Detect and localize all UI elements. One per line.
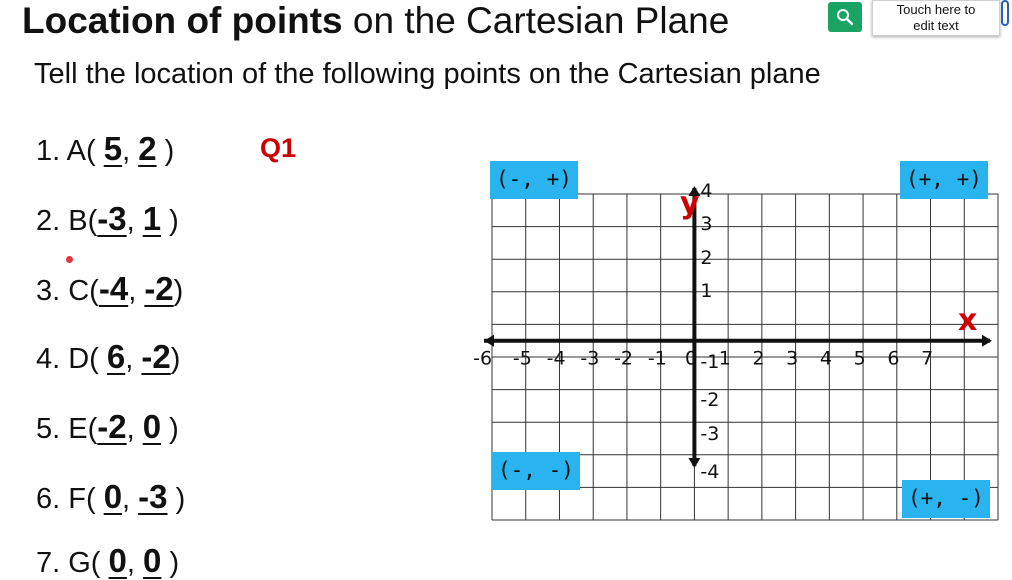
x-tick-label: 1 — [719, 348, 731, 370]
x-tick-label: -1 — [648, 348, 667, 370]
x-axis-arrow-left — [484, 334, 494, 347]
y-tick-label: -4 — [700, 461, 719, 483]
x-tick-label: -2 — [614, 348, 633, 370]
x-axis-label: x — [958, 303, 977, 338]
x-tick-label: -5 — [513, 348, 532, 370]
quadrant-2-label: (-, +) — [490, 161, 578, 199]
x-tick-label: -4 — [547, 348, 566, 370]
x-tick-label: 7 — [921, 348, 933, 370]
x-tick-label: -3 — [580, 348, 599, 370]
quadrant-4-label: (+, -) — [902, 480, 990, 518]
x-tick-label: 2 — [752, 348, 764, 370]
quadrant-1-label: (+, +) — [900, 161, 988, 199]
y-tick-label: 4 — [700, 180, 712, 202]
x-tick-label: 5 — [854, 348, 866, 370]
x-tick-label: 6 — [887, 348, 899, 370]
y-tick-label: 2 — [700, 247, 712, 269]
y-axis-label: y — [680, 186, 700, 221]
quadrant-3-label: (-, -) — [492, 452, 580, 490]
y-tick-label: -2 — [700, 389, 719, 411]
y-tick-label: 1 — [700, 280, 712, 302]
y-axis-arrow-down — [688, 458, 701, 468]
y-tick-label: -1 — [700, 351, 719, 373]
x-tick-label: 3 — [786, 348, 798, 370]
x-axis-arrow-right — [982, 334, 992, 347]
y-tick-label: 3 — [700, 213, 712, 235]
x-tick-label: 4 — [820, 348, 832, 370]
x-tick-label: -6 — [473, 348, 492, 370]
x-tick-label: 0 — [685, 348, 697, 370]
y-tick-label: -3 — [700, 423, 719, 445]
